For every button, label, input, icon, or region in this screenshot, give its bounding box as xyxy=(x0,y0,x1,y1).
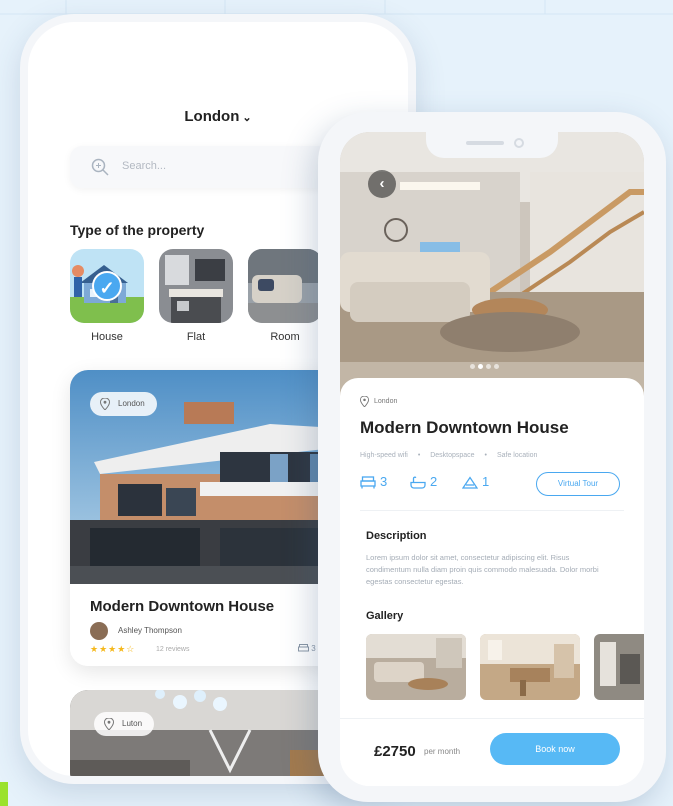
bath-icon xyxy=(410,476,426,489)
feature-item: • xyxy=(417,452,421,459)
gallery-heading: Gallery xyxy=(366,610,404,622)
description-text: Lorem ipsum dolor sit amet, consectetur … xyxy=(366,553,599,586)
review-count: 12 reviews xyxy=(156,646,190,653)
property-type-label: House xyxy=(91,331,123,343)
room-count-value: 1 xyxy=(482,474,490,489)
carousel-dots[interactable] xyxy=(470,356,502,374)
flat-thumbnail xyxy=(159,249,233,323)
booking-bar: £2750 per month Book now xyxy=(340,718,644,786)
description-heading: Description xyxy=(366,530,427,542)
phone-notch xyxy=(426,132,558,158)
property-type-room[interactable]: Room xyxy=(248,249,322,343)
property-title: Modern Downtown House xyxy=(90,598,275,615)
bed-count: 3 xyxy=(360,474,387,489)
carousel-dot[interactable] xyxy=(486,364,491,369)
back-button[interactable]: ‹ xyxy=(368,170,396,198)
property-type-label: Room xyxy=(270,331,300,343)
location-pill: London xyxy=(90,392,157,416)
feature-item: Safe location xyxy=(496,452,538,459)
feature-item: • xyxy=(484,452,487,459)
bed-count-value: 3 xyxy=(380,474,388,489)
price-period: per month xyxy=(424,747,461,756)
gallery-image[interactable] xyxy=(366,634,466,700)
property-type-house[interactable]: ✓ House xyxy=(70,249,144,343)
feature-item: High-speed wifi xyxy=(360,452,408,459)
price: £2750 xyxy=(374,743,416,760)
bed-count-value: 3 xyxy=(311,644,316,653)
room-thumbnail xyxy=(248,249,322,323)
type-heading: Type of the property xyxy=(70,222,205,238)
detail-location-text: London xyxy=(374,398,398,405)
rating-stars: ★★★★☆ xyxy=(90,644,136,654)
phone-speaker xyxy=(466,141,504,145)
check-icon: ✓ xyxy=(92,271,122,301)
corner-marker xyxy=(0,782,8,806)
gallery-image[interactable] xyxy=(480,634,580,700)
detail-phone: ‹ London Modern Downtown House High-spee… xyxy=(318,112,666,802)
gallery-image[interactable] xyxy=(594,634,644,700)
room-count: 1 xyxy=(461,474,490,489)
search-input[interactable]: Search... xyxy=(70,146,330,188)
divider xyxy=(360,510,624,511)
bed-count: 3 xyxy=(298,644,316,653)
feature-list: High-speed wifi • Desktopspace • Safe lo… xyxy=(360,452,545,459)
carousel-dot-active[interactable] xyxy=(478,364,483,369)
bath-count: 2 xyxy=(410,474,437,489)
property-type-flat[interactable]: Flat xyxy=(159,249,233,343)
carousel-dot[interactable] xyxy=(470,364,475,369)
property-title: Modern Downtown House xyxy=(360,418,569,437)
chevron-left-icon: ‹ xyxy=(379,175,385,192)
detail-screen: ‹ London Modern Downtown House High-spee… xyxy=(340,132,644,786)
property-details-sheet: London Modern Downtown House High-speed … xyxy=(340,378,644,786)
avatar xyxy=(90,622,108,640)
home-icon xyxy=(461,476,479,489)
map-pin-icon xyxy=(100,398,110,410)
book-now-button[interactable]: Book now xyxy=(490,733,620,765)
owner-name: Ashley Thompson xyxy=(118,626,182,635)
house-thumbnail: ✓ xyxy=(70,249,144,323)
virtual-tour-button[interactable]: Virtual Tour xyxy=(536,472,620,496)
phone-camera xyxy=(514,138,524,148)
map-pin-icon xyxy=(360,396,369,407)
search-placeholder: Search... xyxy=(122,160,167,172)
bath-count-value: 2 xyxy=(430,474,438,489)
location-pill-text: London xyxy=(118,399,145,408)
bed-icon xyxy=(298,644,309,652)
location-pill-text: Luton xyxy=(122,719,143,728)
property-type-label: Flat xyxy=(186,331,206,343)
location-label: London xyxy=(184,108,240,125)
map-pin-icon xyxy=(104,718,114,730)
bed-icon xyxy=(360,476,376,489)
location-pill: Luton xyxy=(94,712,155,736)
search-icon xyxy=(91,158,109,176)
carousel-dot[interactable] xyxy=(494,364,499,369)
feature-item: Desktopspace xyxy=(430,452,475,459)
chevron-down-icon: ⌄ xyxy=(242,112,252,124)
detail-location: London xyxy=(360,396,398,407)
